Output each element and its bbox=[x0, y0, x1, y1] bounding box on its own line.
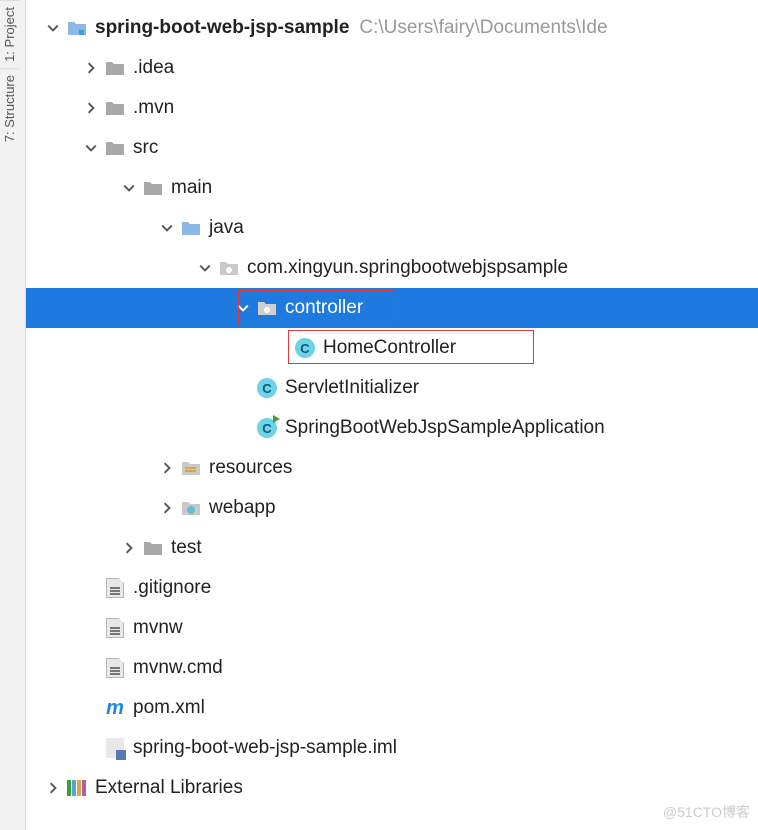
tree-row-main[interactable]: main bbox=[26, 168, 758, 208]
tree-row-webapp[interactable]: webapp bbox=[26, 488, 758, 528]
runnable-class-icon: C bbox=[256, 417, 278, 439]
tree-label: main bbox=[171, 177, 212, 199]
tree-row-idea[interactable]: .idea bbox=[26, 48, 758, 88]
source-folder-icon bbox=[180, 217, 202, 239]
tree-label: .mvn bbox=[133, 97, 174, 119]
chevron-right-icon[interactable] bbox=[82, 99, 100, 117]
tree-label: mvnw bbox=[133, 617, 183, 639]
tree-row-gitignore[interactable]: .gitignore bbox=[26, 568, 758, 608]
tree-row-root[interactable]: spring-boot-web-jsp-sample C:\Users\fair… bbox=[26, 8, 758, 48]
tree-row-iml[interactable]: spring-boot-web-jsp-sample.iml bbox=[26, 728, 758, 768]
tree-label: spring-boot-web-jsp-sample.iml bbox=[133, 737, 397, 759]
tree-row-mvnw[interactable]: mvnw bbox=[26, 608, 758, 648]
tree-row-homecontroller[interactable]: C HomeController bbox=[26, 328, 758, 368]
tree-label: resources bbox=[209, 457, 292, 479]
chevron-down-icon[interactable] bbox=[158, 219, 176, 237]
tree-label: java bbox=[209, 217, 244, 239]
tree-label: HomeController bbox=[323, 337, 456, 359]
folder-icon bbox=[104, 137, 126, 159]
chevron-down-icon[interactable] bbox=[82, 139, 100, 157]
tree-row-external-libs[interactable]: External Libraries bbox=[26, 768, 758, 808]
side-tabs: 1: Project 7: Structure bbox=[0, 0, 26, 830]
chevron-down-icon[interactable] bbox=[234, 299, 252, 317]
folder-icon bbox=[142, 537, 164, 559]
package-icon bbox=[218, 257, 240, 279]
project-name: spring-boot-web-jsp-sample bbox=[95, 17, 349, 39]
project-tree: spring-boot-web-jsp-sample C:\Users\fair… bbox=[26, 8, 758, 808]
file-icon bbox=[104, 577, 126, 599]
project-path: C:\Users\fairy\Documents\Ide bbox=[359, 17, 607, 39]
package-icon bbox=[256, 297, 278, 319]
folder-icon bbox=[104, 97, 126, 119]
chevron-right-icon[interactable] bbox=[120, 539, 138, 557]
chevron-right-icon[interactable] bbox=[158, 459, 176, 477]
tree-row-pom[interactable]: m pom.xml bbox=[26, 688, 758, 728]
tree-label: mvnw.cmd bbox=[133, 657, 223, 679]
tree-row-package[interactable]: com.xingyun.springbootwebjspsample bbox=[26, 248, 758, 288]
file-icon bbox=[104, 657, 126, 679]
tree-label: External Libraries bbox=[95, 777, 243, 799]
chevron-right-icon[interactable] bbox=[44, 779, 62, 797]
project-tab[interactable]: 1: Project bbox=[0, 0, 19, 68]
structure-tab[interactable]: 7: Structure bbox=[0, 68, 19, 148]
chevron-down-icon[interactable] bbox=[120, 179, 138, 197]
tree-row-src[interactable]: src bbox=[26, 128, 758, 168]
libraries-icon bbox=[66, 777, 88, 799]
web-folder-icon bbox=[180, 497, 202, 519]
tree-label: pom.xml bbox=[133, 697, 205, 719]
tree-label: .gitignore bbox=[133, 577, 211, 599]
tree-row-mvn[interactable]: .mvn bbox=[26, 88, 758, 128]
tree-row-resources[interactable]: resources bbox=[26, 448, 758, 488]
chevron-right-icon[interactable] bbox=[82, 59, 100, 77]
tree-row-controller[interactable]: controller bbox=[26, 288, 758, 328]
tree-label: webapp bbox=[209, 497, 276, 519]
chevron-down-icon[interactable] bbox=[44, 19, 62, 37]
idea-file-icon bbox=[104, 737, 126, 759]
tree-label: test bbox=[171, 537, 202, 559]
chevron-right-icon[interactable] bbox=[158, 499, 176, 517]
chevron-down-icon[interactable] bbox=[196, 259, 214, 277]
watermark: @51CTO博客 bbox=[663, 802, 750, 822]
class-icon: C bbox=[294, 337, 316, 359]
tree-row-mvnwcmd[interactable]: mvnw.cmd bbox=[26, 648, 758, 688]
tree-row-servlet[interactable]: C ServletInitializer bbox=[26, 368, 758, 408]
module-icon bbox=[66, 17, 88, 39]
tree-row-java[interactable]: java bbox=[26, 208, 758, 248]
tree-row-app[interactable]: C SpringBootWebJspSampleApplication bbox=[26, 408, 758, 448]
tree-label: com.xingyun.springbootwebjspsample bbox=[247, 257, 568, 279]
tree-label: controller bbox=[285, 297, 363, 319]
resources-folder-icon bbox=[180, 457, 202, 479]
tree-label: ServletInitializer bbox=[285, 377, 419, 399]
folder-icon bbox=[104, 57, 126, 79]
tree-label: SpringBootWebJspSampleApplication bbox=[285, 417, 605, 439]
maven-icon: m bbox=[104, 697, 126, 719]
tree-label: src bbox=[133, 137, 158, 159]
class-icon: C bbox=[256, 377, 278, 399]
folder-icon bbox=[142, 177, 164, 199]
tree-row-test[interactable]: test bbox=[26, 528, 758, 568]
file-icon bbox=[104, 617, 126, 639]
tree-label: .idea bbox=[133, 57, 174, 79]
